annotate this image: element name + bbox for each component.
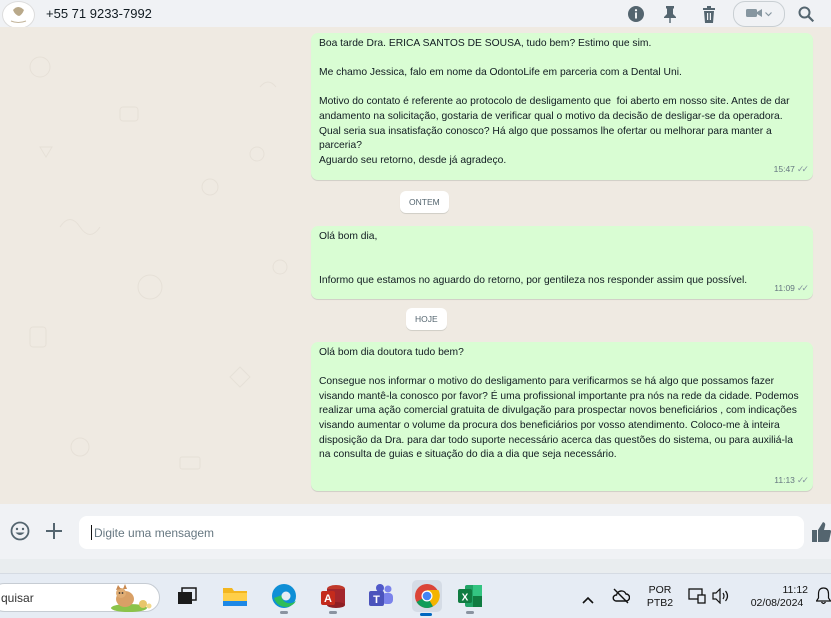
message-time: 11:13 [774,475,795,486]
chevron-up-icon[interactable] [582,591,594,609]
chevron-down-icon [765,8,772,20]
contact-name[interactable]: +55 71 9233-7992 [46,6,152,21]
svg-text:A: A [324,593,332,605]
double-check-icon: ✓✓ [796,475,809,486]
info-icon[interactable] [626,4,646,24]
message-text: Boa tarde Dra. ERICA SANTOS DE SOUSA, tu… [319,38,790,166]
access-app-icon[interactable]: A [319,582,347,614]
contact-avatar[interactable] [2,1,35,29]
message-list[interactable]: Boa tarde Dra. ERICA SANTOS DE SOUSA, tu… [0,27,831,504]
svg-text:X: X [462,593,469,604]
running-indicator [329,611,337,614]
thumbs-up-icon[interactable] [812,522,831,547]
video-icon [746,8,762,21]
notification-bell-icon[interactable] [815,587,831,610]
chrome-browser-icon[interactable] [412,580,442,616]
message-meta: 11:09 ✓✓ [774,281,809,296]
running-indicator [466,611,474,614]
teams-app-icon[interactable]: T [367,582,395,610]
file-explorer-icon[interactable] [221,582,249,610]
window-bottom-edge [0,559,831,573]
message-time: 11:09 [774,283,795,294]
clock[interactable]: 11:12 02/08/2024 [741,584,813,610]
message-bubble[interactable]: Boa tarde Dra. ERICA SANTOS DE SOUSA, tu… [311,33,813,180]
running-indicator [280,611,288,614]
chat-header: +55 71 9233-7992 [0,0,831,29]
cloud-sync-off-icon[interactable] [612,588,631,609]
input-language-indicator[interactable]: POR PTB2 [642,584,678,610]
double-check-icon: ✓✓ [796,164,809,175]
attach-plus-icon[interactable] [45,522,63,545]
svg-text:T: T [373,594,380,606]
keyboard-layout: PTB2 [646,597,674,609]
message-input[interactable]: Digite uma mensagem [79,516,804,549]
search-icon[interactable] [796,4,816,24]
double-check-icon: ✓✓ [796,283,809,294]
pin-icon[interactable] [660,4,680,24]
message-bubble[interactable]: Olá bom dia, Informo que estamos no agua… [311,226,813,299]
date-divider: HOJE [406,308,447,330]
message-input-placeholder: Digite uma mensagem [94,525,215,540]
active-indicator [420,613,432,616]
message-text: Olá bom dia doutora tudo bem? Consegue n… [319,347,799,461]
windows-taskbar: quisar A T X POR PTB2 11:12 02/08/2024 [0,573,831,618]
message-composer: Digite uma mensagem [0,504,831,559]
clock-date: 02/08/2024 [750,597,804,609]
taskbar-search[interactable]: quisar [0,583,160,612]
volume-icon[interactable] [712,587,730,609]
message-text: Olá bom dia, Informo que estamos no agua… [319,231,748,286]
trash-icon[interactable] [699,4,719,24]
date-divider: ONTEM [400,191,449,213]
video-call-button[interactable] [733,1,785,27]
edge-browser-icon[interactable] [270,582,298,614]
taskbar-search-text: quisar [1,590,34,605]
emoji-icon[interactable] [10,521,30,546]
text-caret [91,525,92,540]
clock-time: 11:12 [782,584,809,596]
message-bubble[interactable]: Olá bom dia doutora tudo bem? Consegue n… [311,342,813,491]
network-icon[interactable] [688,588,706,609]
excel-app-icon[interactable]: X [456,582,484,614]
language-code: POR [648,584,672,596]
search-highlight-icon [109,584,155,615]
message-meta: 15:47 ✓✓ [773,162,809,177]
task-view-icon[interactable] [172,582,200,610]
message-time: 15:47 [773,164,795,175]
message-meta: 11:13 ✓✓ [774,473,809,488]
